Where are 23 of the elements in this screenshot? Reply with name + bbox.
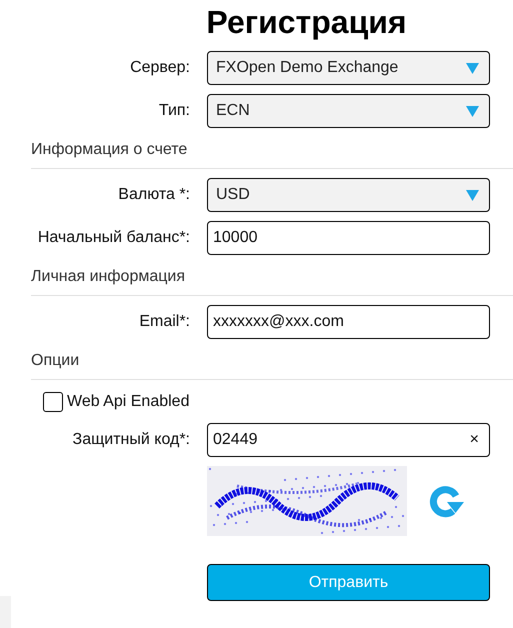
input-field[interactable]: 02449 ×	[207, 423, 490, 457]
page-title: Регистрация	[206, 3, 407, 42]
field-label: Email*:	[138, 312, 190, 332]
input-field[interactable]: 10000	[207, 221, 490, 255]
section-heading: Опции	[31, 352, 80, 369]
checkbox-label: Web Api Enabled	[67, 392, 190, 412]
section-heading: Личная информация	[31, 268, 186, 285]
refresh-icon[interactable]	[427, 484, 465, 518]
dropdown[interactable]: ECN	[207, 94, 490, 128]
field-label: Тип:	[158, 101, 190, 121]
dropdown-caret-icon	[466, 62, 479, 74]
field-label: Сервер:	[129, 58, 190, 78]
input-field[interactable]: xxxxxxx@xxx.com	[207, 305, 490, 339]
checkbox[interactable]	[43, 392, 63, 412]
dropdown-caret-icon	[466, 106, 479, 116]
field-label: Защитный код*:	[72, 430, 190, 450]
dropdown[interactable]: USD	[207, 178, 490, 212]
field-label: Начальный баланс*:	[36, 228, 190, 248]
dropdown[interactable]: FXOpen Demo Exchange	[207, 51, 490, 85]
clear-button[interactable]: ×	[470, 428, 479, 452]
section-heading: Информация о счете	[31, 141, 188, 158]
field-label: Валюта *:	[117, 185, 190, 205]
dropdown-caret-icon	[466, 190, 479, 200]
